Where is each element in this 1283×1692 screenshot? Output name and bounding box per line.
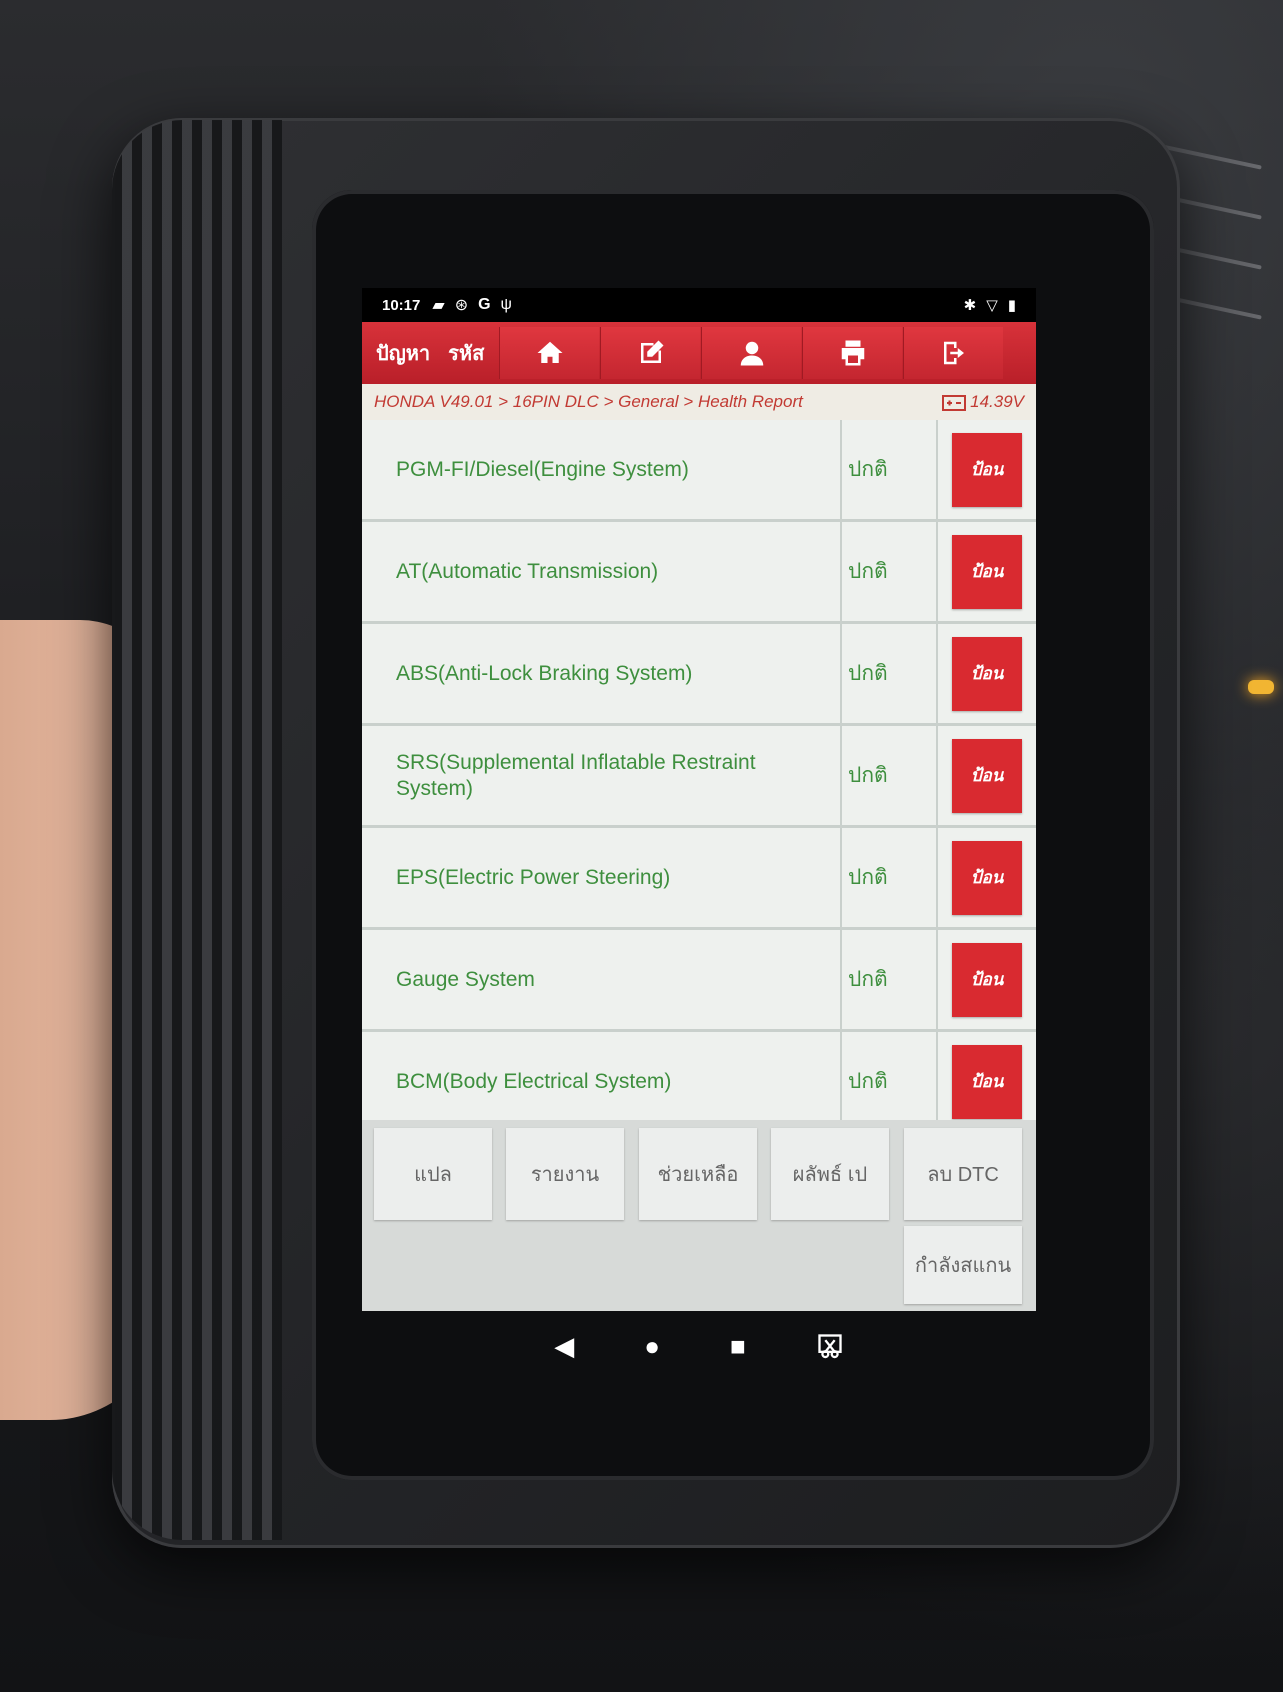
problem-tab[interactable]: ปัญหา [362,322,444,384]
system-row: ABS(Anti-Lock Braking System) ปกติ ป้อน [362,624,1036,726]
system-row: BCM(Body Electrical System) ปกติ ป้อน [362,1032,1036,1120]
android-nav-bar: ◀ ● ■ [362,1311,1036,1381]
system-status: ปกติ [842,726,938,825]
enter-button[interactable]: ป้อน [952,636,1022,711]
system-name: PGM-FI/Diesel(Engine System) [362,420,842,519]
home-nav-icon[interactable]: ● [644,1331,660,1362]
footer-action-bar: แปล รายงาน ช่วยเหลือ ผลัพธ์ เป ลบ DTC กำ… [362,1120,1036,1311]
system-name: ABS(Anti-Lock Braking System) [362,624,842,723]
system-row: AT(Automatic Transmission) ปกติ ป้อน [362,522,1036,624]
enter-button[interactable]: ป้อน [952,1044,1022,1119]
google-icon: G [478,296,491,313]
system-name: EPS(Electric Power Steering) [362,828,842,927]
help-button[interactable]: ช่วยเหลือ [639,1128,757,1220]
system-status: ปกติ [842,624,938,723]
system-status: ปกติ [842,420,938,519]
breadcrumb-path: HONDA V49.01 > 16PIN DLC > General > Hea… [374,392,803,411]
enter-button[interactable]: ป้อน [952,432,1022,507]
print-button[interactable] [802,327,903,379]
user-button[interactable] [701,327,802,379]
system-name: SRS(Supplemental Inflatable Restraint Sy… [362,726,842,825]
print-icon [841,340,865,366]
system-status: ปกติ [842,828,938,927]
screenshot-icon[interactable] [816,1332,844,1360]
voltage-value: 14.39V [970,392,1024,411]
tablet-grip-ridges [112,120,282,1540]
code-tab[interactable]: รหัส [444,322,498,384]
system-name: BCM(Body Electrical System) [362,1032,842,1120]
dashboard-indicator-light [1248,680,1274,694]
status-time: 10:17 [382,296,421,314]
edit-button[interactable] [600,327,701,379]
android-status-bar: 10:17 ▰ ⊛ G ψ ✱ ▽ ▮ [362,288,1036,322]
edit-icon [640,340,664,363]
exit-icon [943,341,964,365]
battery-icon: ▮ [1007,297,1016,314]
system-status: ปกติ [842,1032,938,1120]
home-icon [537,341,563,363]
enter-button[interactable]: ป้อน [952,840,1022,915]
scanning-button[interactable]: กำลังสแกน [904,1226,1022,1304]
system-name: Gauge System [362,930,842,1029]
exit-button[interactable] [903,327,1004,379]
system-status: ปกติ [842,522,938,621]
usb-icon: ψ [500,296,512,313]
system-row: EPS(Electric Power Steering) ปกติ ป้อน [362,828,1036,930]
home-button[interactable] [499,327,600,379]
system-row: PGM-FI/Diesel(Engine System) ปกติ ป้อน [362,420,1036,522]
enter-button[interactable]: ป้อน [952,738,1022,813]
system-name: AT(Automatic Transmission) [362,522,842,621]
enter-button[interactable]: ป้อน [952,534,1022,609]
health-report-list[interactable]: PGM-FI/Diesel(Engine System) ปกติ ป้อน A… [362,420,1036,1120]
wifi-icon: ▽ [986,297,998,314]
system-row: SRS(Supplemental Inflatable Restraint Sy… [362,726,1036,828]
battery-voltage: 14.39V [942,392,1024,412]
recents-icon[interactable]: ■ [730,1331,746,1362]
sim-icon: ▰ [432,297,445,314]
report-button[interactable]: รายงาน [506,1128,624,1220]
results-button[interactable]: ผลัพธ์ เป [771,1128,889,1220]
system-status: ปกติ [842,930,938,1029]
top-toolbar: ปัญหา รหัส [362,322,1036,384]
enter-button[interactable]: ป้อน [952,942,1022,1017]
accessibility-icon: ⊛ [454,297,469,314]
user-icon [740,341,764,366]
system-row: Gauge System ปกติ ป้อน [362,930,1036,1032]
translate-button[interactable]: แปล [374,1128,492,1220]
car-battery-icon [942,395,967,411]
tablet-screen: 10:17 ▰ ⊛ G ψ ✱ ▽ ▮ ปัญหา รหัส HONDA V49… [362,288,1036,1311]
clear-dtc-button[interactable]: ลบ DTC [904,1128,1022,1220]
breadcrumb: HONDA V49.01 > 16PIN DLC > General > Hea… [362,384,1036,420]
back-icon[interactable]: ◀ [554,1331,574,1362]
bluetooth-icon: ✱ [963,297,977,314]
